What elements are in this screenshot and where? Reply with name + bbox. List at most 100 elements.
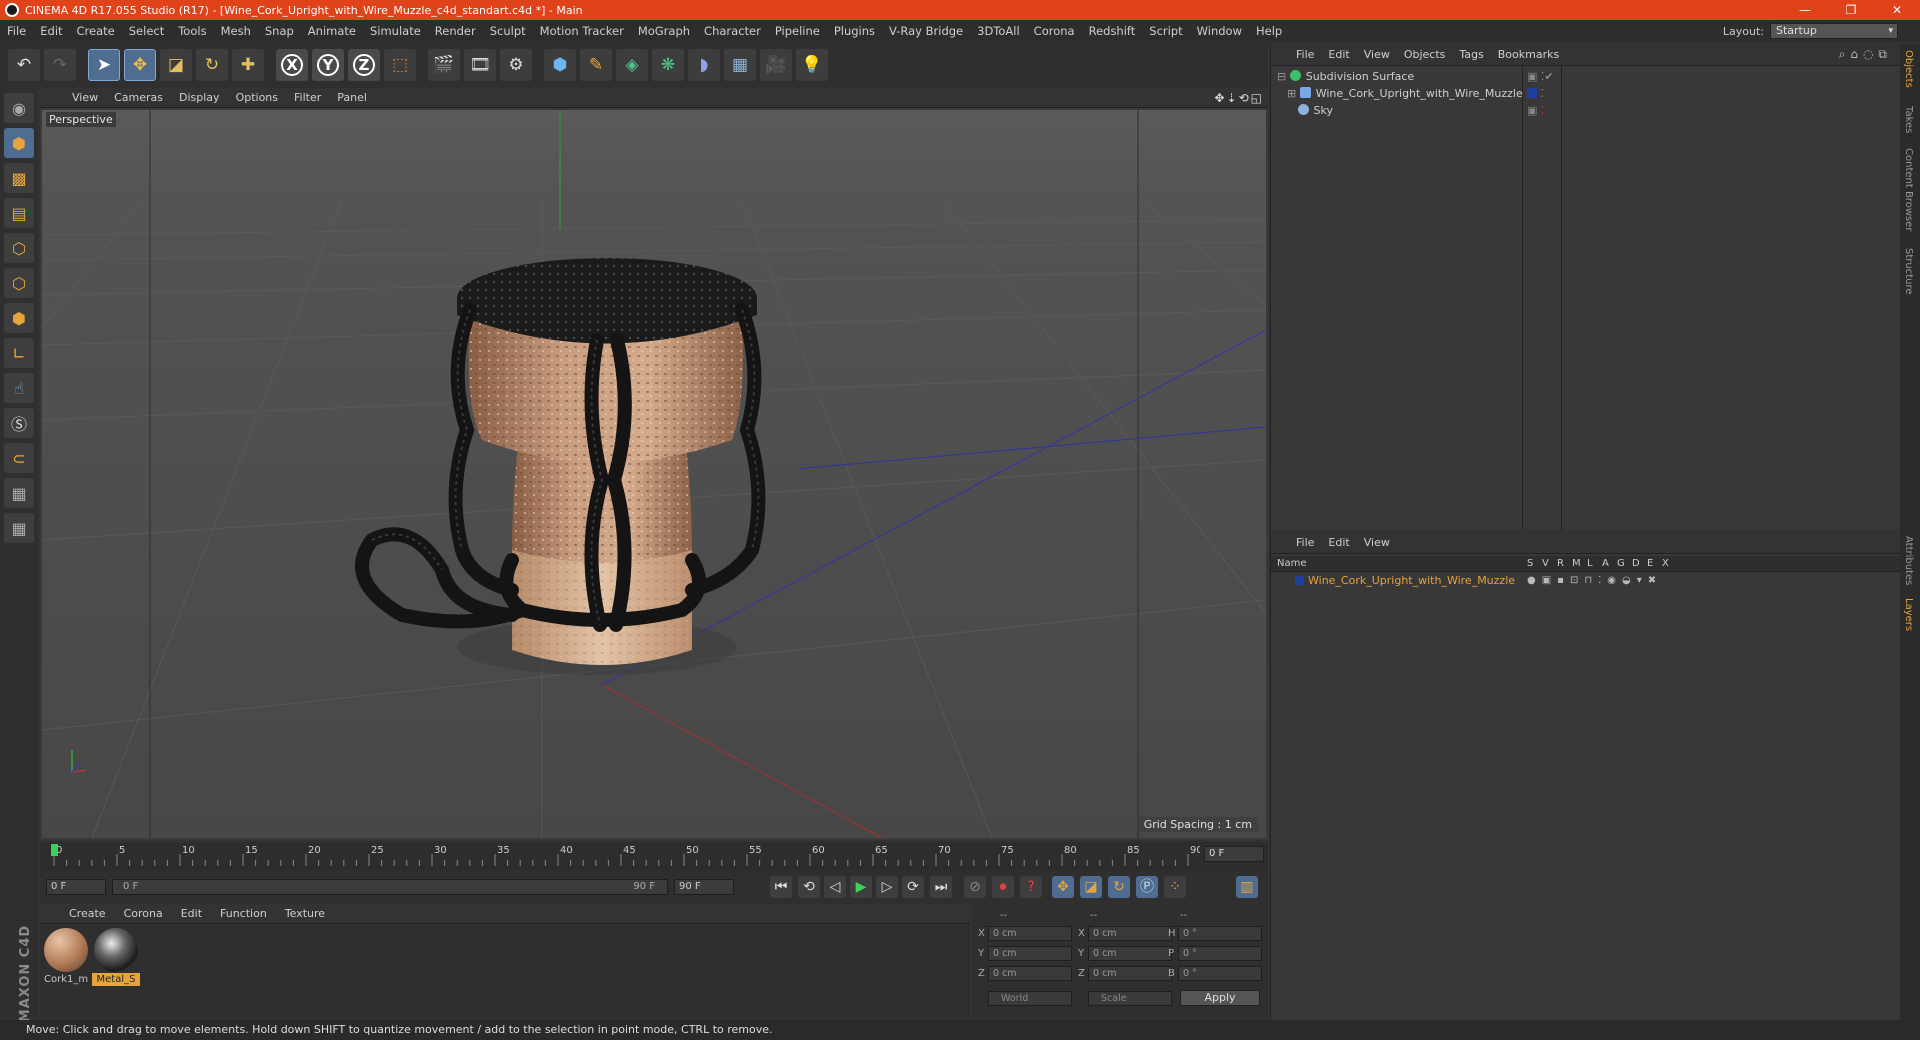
layer-toggle-icons[interactable]: ●▣▪⊡⊓⁚◉◒▾✖: [1527, 573, 1662, 589]
layout-dropdown[interactable]: Startup: [1770, 23, 1898, 39]
menu-character[interactable]: Character: [697, 24, 768, 38]
tab-attributes[interactable]: Attributes: [1903, 536, 1914, 585]
menu-mesh[interactable]: Mesh: [214, 24, 258, 38]
rotation-h-field[interactable]: 0 °: [1178, 926, 1262, 941]
material-menu-edit[interactable]: Edit: [172, 907, 211, 920]
position-z-field[interactable]: 0 cm: [988, 966, 1072, 981]
menu-select[interactable]: Select: [122, 24, 171, 38]
object-menu-view[interactable]: View: [1357, 48, 1397, 61]
material-swatch-metal[interactable]: Metal_S: [92, 928, 140, 986]
autokey-icon[interactable]: ⏺: [992, 876, 1014, 898]
object-flags[interactable]: ▣ ⁚: [1527, 102, 1544, 120]
material-menu-texture[interactable]: Texture: [276, 907, 334, 920]
rotate-tool-icon[interactable]: ↻: [196, 49, 228, 81]
material-swatch-cork[interactable]: Cork1_m: [42, 928, 90, 986]
pen-spline-icon[interactable]: ✎: [580, 49, 612, 81]
timeline-ruler[interactable]: 0 5 10 15 20 25 30 35 40 45 50 55 60 65 70 75 80 85 90 0 F: [40, 842, 1268, 870]
close-button[interactable]: ✕: [1874, 0, 1920, 20]
model-mode-icon[interactable]: ⬢: [4, 128, 34, 158]
layer-menu-edit[interactable]: Edit: [1321, 536, 1356, 549]
menu-file[interactable]: File: [0, 24, 33, 38]
menu-help[interactable]: Help: [1249, 24, 1289, 38]
apply-button[interactable]: Apply: [1180, 990, 1260, 1006]
object-menu-objects[interactable]: Objects: [1397, 48, 1453, 61]
texture-mode-icon[interactable]: ▩: [4, 163, 34, 193]
move-tool-icon[interactable]: ✥: [124, 49, 156, 81]
current-frame-field[interactable]: 0 F: [1204, 846, 1264, 862]
goto-start-icon[interactable]: ⏮: [770, 876, 792, 898]
polygons-mode-icon[interactable]: ⬢: [4, 303, 34, 333]
subdivision-surface-icon[interactable]: ◈: [616, 49, 648, 81]
tab-content-browser[interactable]: Content Browser: [1903, 148, 1914, 231]
size-y-field[interactable]: 0 cm: [1088, 946, 1172, 961]
menu-redshift[interactable]: Redshift: [1082, 24, 1143, 38]
redo-button[interactable]: ↷: [44, 49, 76, 81]
key-parameter-icon[interactable]: Ⓟ: [1136, 876, 1158, 898]
material-menu-create[interactable]: Create: [60, 907, 115, 920]
goto-end-icon[interactable]: ⏭: [930, 876, 952, 898]
maximize-button[interactable]: ❐: [1828, 0, 1874, 20]
camera-icon[interactable]: 🎥: [760, 49, 792, 81]
rotation-p-field[interactable]: 0 °: [1178, 946, 1262, 961]
viewport-menu-filter[interactable]: Filter: [286, 91, 329, 104]
transform-tool-icon[interactable]: ✚: [232, 49, 264, 81]
prev-key-icon[interactable]: ⟲: [798, 876, 820, 898]
axis-mode-icon[interactable]: ∟: [4, 338, 34, 368]
undo-button[interactable]: ↶: [8, 49, 40, 81]
viewport-nav-icons[interactable]: ✥⇣⟲◱: [1214, 91, 1264, 105]
menu-tools[interactable]: Tools: [171, 24, 213, 38]
edges-mode-icon[interactable]: ⬡: [4, 268, 34, 298]
x-axis-lock-icon[interactable]: X: [276, 49, 308, 81]
coordinate-mode-dropdown[interactable]: World: [988, 991, 1072, 1006]
live-selection-tool-icon[interactable]: ➤: [88, 49, 120, 81]
object-row-subdivision[interactable]: ⊟ Subdivision Surface ▣ ⁚✔: [1271, 68, 1901, 86]
solo-mode-icon[interactable]: Ⓢ: [4, 408, 34, 438]
viewport-menu-display[interactable]: Display: [171, 91, 228, 104]
menu-animate[interactable]: Animate: [301, 24, 363, 38]
position-x-field[interactable]: 0 cm: [988, 926, 1072, 941]
object-menu-edit[interactable]: Edit: [1321, 48, 1356, 61]
tab-structure[interactable]: Structure: [1903, 248, 1914, 295]
key-scale-icon[interactable]: ◪: [1080, 876, 1102, 898]
start-frame-field[interactable]: 0 F: [46, 879, 106, 895]
object-menu-tags[interactable]: Tags: [1452, 48, 1490, 61]
menu-simulate[interactable]: Simulate: [363, 24, 428, 38]
next-key-icon[interactable]: ⟳: [902, 876, 924, 898]
tab-layers[interactable]: Layers: [1903, 598, 1914, 631]
z-axis-lock-icon[interactable]: Z: [348, 49, 380, 81]
points-mode-icon[interactable]: ⬡: [4, 233, 34, 263]
render-picture-viewer-icon[interactable]: 🎞: [464, 49, 496, 81]
object-manager-nav-icons[interactable]: ⌕⌂◌⧉: [1839, 47, 1892, 62]
object-flags[interactable]: ▣ ⁚✔: [1527, 68, 1554, 86]
menu-motion-tracker[interactable]: Motion Tracker: [533, 24, 631, 38]
prev-frame-icon[interactable]: ◁: [824, 876, 846, 898]
object-menu-bookmarks[interactable]: Bookmarks: [1491, 48, 1566, 61]
menu-window[interactable]: Window: [1190, 24, 1249, 38]
key-position-icon[interactable]: ✥: [1052, 876, 1074, 898]
coordinate-system-icon[interactable]: ⬚: [384, 49, 416, 81]
timeline-window-icon[interactable]: ▥: [1236, 876, 1258, 898]
menu-sculpt[interactable]: Sculpt: [483, 24, 533, 38]
viewport-menu-options[interactable]: Options: [228, 91, 286, 104]
object-row-sky[interactable]: Sky ▣ ⁚: [1271, 102, 1901, 120]
menu-script[interactable]: Script: [1142, 24, 1189, 38]
light-icon[interactable]: 💡: [796, 49, 828, 81]
object-flags[interactable]: ⁚: [1527, 85, 1544, 103]
menu-plugins[interactable]: Plugins: [827, 24, 882, 38]
next-frame-icon[interactable]: ▷: [876, 876, 898, 898]
menu-edit[interactable]: Edit: [33, 24, 69, 38]
workplane-mode-icon[interactable]: ▤: [4, 198, 34, 228]
menu-corona[interactable]: Corona: [1027, 24, 1082, 38]
menu-render[interactable]: Render: [428, 24, 483, 38]
position-y-field[interactable]: 0 cm: [988, 946, 1072, 961]
viewport-menu-view[interactable]: View: [64, 91, 106, 104]
layer-menu-file[interactable]: File: [1289, 536, 1321, 549]
grid-snap-icon[interactable]: ▦: [4, 513, 34, 543]
size-mode-dropdown[interactable]: Scale: [1088, 991, 1172, 1006]
viewport-menu-panel[interactable]: Panel: [329, 91, 375, 104]
workplane-lock-icon[interactable]: ▦: [4, 478, 34, 508]
size-x-field[interactable]: 0 cm: [1088, 926, 1172, 941]
object-row-wine-cork[interactable]: ⊞ Wine_Cork_Upright_with_Wire_Muzzle ⁚: [1271, 85, 1901, 103]
layer-row[interactable]: Wine_Cork_Upright_with_Wire_Muzzle ●▣▪⊡⊓…: [1271, 573, 1901, 589]
render-settings-icon[interactable]: ⚙: [500, 49, 532, 81]
